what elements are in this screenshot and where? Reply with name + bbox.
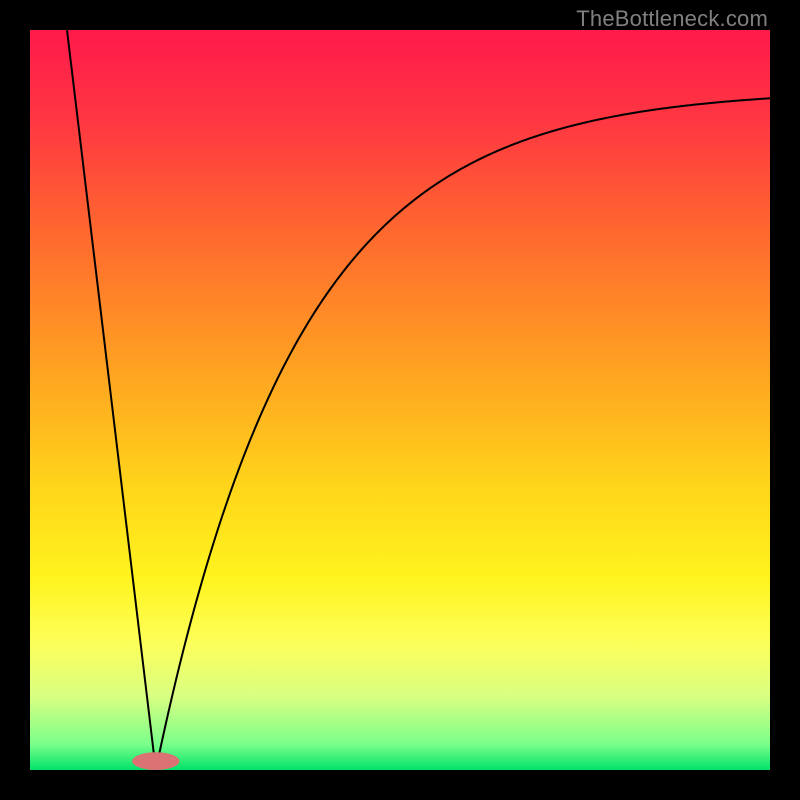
gradient-background	[30, 30, 770, 770]
chart-frame: TheBottleneck.com	[0, 0, 800, 800]
optimum-marker	[132, 752, 179, 770]
watermark-text: TheBottleneck.com	[576, 6, 768, 32]
bottleneck-chart	[30, 30, 770, 770]
